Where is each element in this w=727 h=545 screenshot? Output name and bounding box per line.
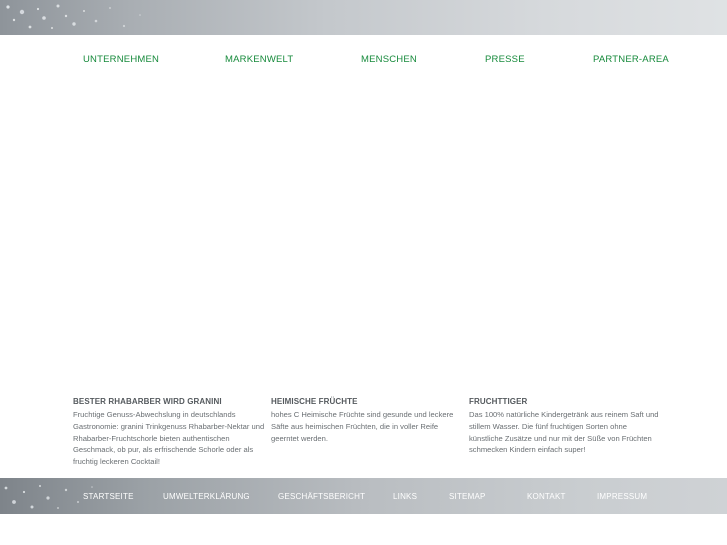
footer-link-kontakt[interactable]: KONTAKT [527, 492, 566, 501]
teaser-text: Das 100% natürliche Kindergetränk aus re… [469, 410, 659, 455]
footer-link-umwelterklaerung[interactable]: UMWELTERKLÄRUNG [163, 492, 250, 501]
header-banner [0, 0, 727, 35]
nav-item-partner-area[interactable]: PARTNER-AREA [593, 54, 669, 65]
nav-item-presse[interactable]: PRESSE [485, 54, 525, 65]
footer-link-geschaeftsbericht[interactable]: GESCHÄFTSBERICHT [278, 492, 365, 501]
nav-item-unternehmen[interactable]: UNTERNEHMEN [83, 54, 159, 65]
teaser-title: BESTER RHABARBER WIRD GRANINI [73, 397, 222, 406]
teaser-title: FRUCHTTIGER [469, 397, 528, 406]
teaser-fruchttiger[interactable]: FRUCHTTIGER Das 100% natürliche Kinderge… [469, 397, 661, 456]
teaser-rhabarber[interactable]: BESTER RHABARBER WIRD GRANINI Fruchtige … [73, 397, 265, 468]
footer-link-impressum[interactable]: IMPRESSUM [597, 492, 647, 501]
teaser-title: HEIMISCHE FRÜCHTE [271, 397, 358, 406]
water-drops-decoration [6, 4, 141, 29]
nav-item-markenwelt[interactable]: MARKENWELT [225, 54, 293, 65]
footer-link-startseite[interactable]: STARTSEITE [83, 492, 134, 501]
footer-bar: STARTSEITE UMWELTERKLÄRUNG GESCHÄFTSBERI… [0, 478, 727, 514]
teaser-text: Fruchtige Genuss-Abwechslung in deutschl… [73, 410, 265, 467]
main-navigation: UNTERNEHMEN MARKENWELT MENSCHEN PRESSE P… [0, 54, 727, 68]
teaser-heimische-fruechte[interactable]: HEIMISCHE FRÜCHTE hohes C Heimische Früc… [271, 397, 463, 444]
footer-link-links[interactable]: LINKS [393, 492, 417, 501]
footer-link-sitemap[interactable]: SITEMAP [449, 492, 486, 501]
nav-item-menschen[interactable]: MENSCHEN [361, 54, 417, 65]
teaser-text: hohes C Heimische Früchte sind gesunde u… [271, 410, 454, 443]
